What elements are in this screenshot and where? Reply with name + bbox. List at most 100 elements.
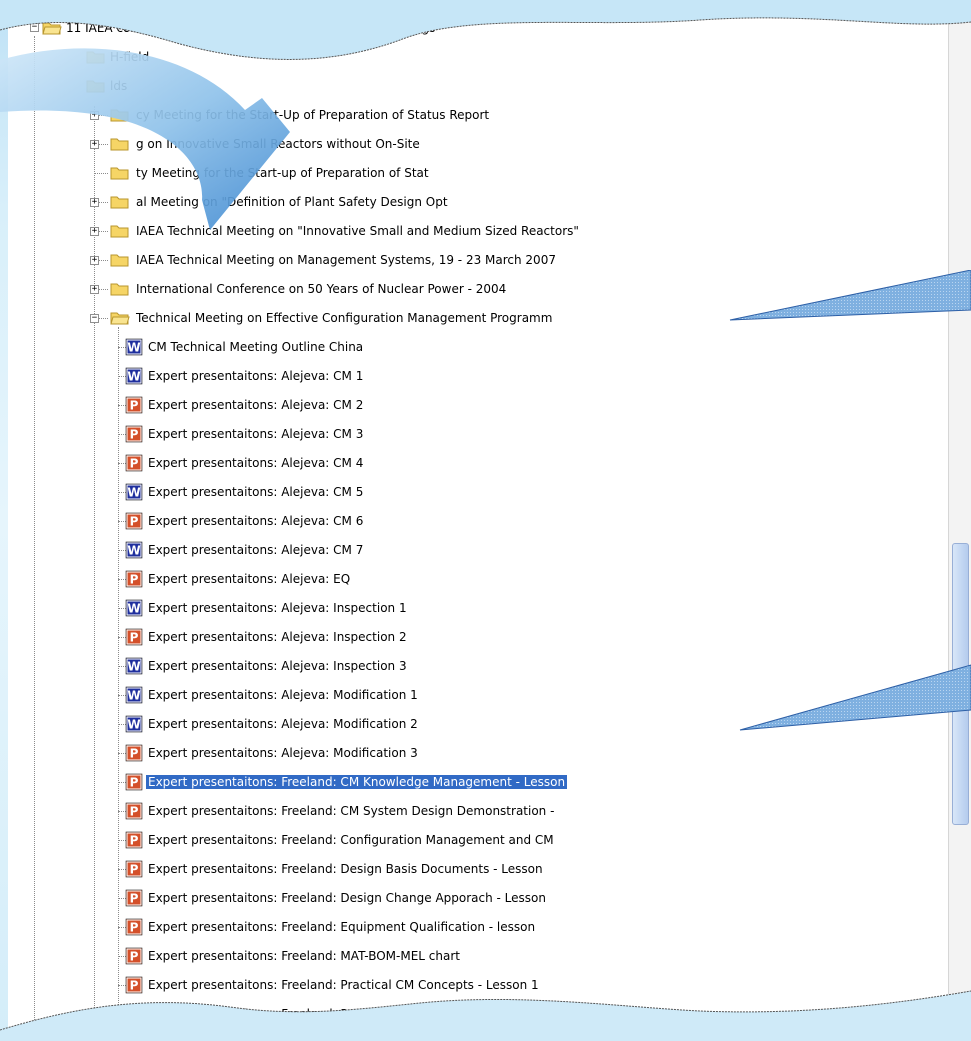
- svg-text:W: W: [127, 370, 140, 384]
- tree-row-document[interactable]: Expert presentaitons: Alejeva: Modificat…: [146, 713, 420, 735]
- expand-toggle[interactable]: +: [90, 256, 99, 265]
- tree-row-folder[interactable]: lds: [108, 75, 129, 97]
- tree-row-folder[interactable]: International Conference on 50 Years of …: [134, 278, 508, 300]
- tree-row-label: IAEA Technical Meeting on Management Sys…: [136, 253, 556, 267]
- svg-text:P: P: [130, 834, 139, 848]
- tree-guide-line: [94, 106, 95, 1036]
- tree-row-document[interactable]: Expert presentaitons: Alejeva: Modificat…: [146, 684, 420, 706]
- svg-text:W: W: [127, 689, 140, 703]
- powerpoint-document-icon: P: [125, 1034, 143, 1041]
- tree-row-folder[interactable]: IAEA Technical Meeting on "Innovative Sm…: [134, 220, 581, 242]
- svg-text:P: P: [130, 1008, 139, 1022]
- tree-row-document[interactable]: Expert presentaitons: Freeland: Practica…: [146, 974, 541, 996]
- tree-row-label-tail: ahi: [507, 1007, 526, 1021]
- powerpoint-document-icon: P: [125, 628, 143, 646]
- powerpoint-document-icon: P: [125, 918, 143, 936]
- tree-row-document[interactable]: Expert presentaitons: Freeland: Design B…: [146, 858, 545, 880]
- tree-row-document[interactable]: Expert presentaitons: Freeland: CM Knowl…: [146, 771, 568, 793]
- tree-row-label: Expert presentaitons: Freeland: Proposed…: [148, 1007, 434, 1021]
- tree-row-folder[interactable]: cy Meeting for the Start-Up of Preparati…: [134, 104, 491, 126]
- vertical-scrollbar[interactable]: [948, 6, 971, 1036]
- tree-guide-line: [34, 36, 35, 1036]
- tree-row-document[interactable]: Expert presentaitons: Alejeva: EQ: [146, 568, 352, 590]
- tree-row-label: International Conference on 50 Years of …: [136, 282, 507, 296]
- collapse-toggle[interactable]: −: [30, 23, 39, 32]
- expand-toggle[interactable]: +: [90, 111, 99, 120]
- tree-row-label: Expert presentaitons: Alejeva: CM 5: [148, 485, 364, 499]
- svg-text:P: P: [130, 399, 139, 413]
- tree-row-document[interactable]: Expert presentaitons: Freeland: Design C…: [146, 887, 548, 909]
- folder-icon: [110, 165, 130, 181]
- svg-text:P: P: [130, 747, 139, 761]
- tree-row-document[interactable]: Expert presentaitons: Alejeva: CM 7: [146, 539, 365, 561]
- expand-toggle[interactable]: +: [90, 227, 99, 236]
- folder-icon: [110, 252, 130, 268]
- powerpoint-document-icon: P: [125, 831, 143, 849]
- expand-toggle[interactable]: +: [90, 198, 99, 207]
- tree-row-label: Expert presentaitons: Alejeva: CM 3: [148, 427, 364, 441]
- tree-row-document[interactable]: Expert presentaitons: Alejeva: CM 6: [146, 510, 365, 532]
- tree-row-root[interactable]: 11 IAEA conferences, eetings: [64, 17, 437, 39]
- tree-row-label-tail: eetings: [391, 21, 436, 35]
- folder-open-icon: [42, 20, 62, 36]
- svg-text:P: P: [130, 950, 139, 964]
- tree-guide-line: [118, 327, 119, 1027]
- tree-row-document[interactable]: Expert presentaitons: Freeland: Equipmen…: [146, 916, 537, 938]
- scrollbar-thumb[interactable]: [952, 543, 969, 825]
- word-document-icon: W: [125, 338, 143, 356]
- tree-row-label: Expert presentaitons: Alejeva: Modificat…: [148, 688, 418, 702]
- tree-row-folder[interactable]: H-field: [108, 46, 151, 68]
- word-document-icon: W: [125, 367, 143, 385]
- tree-row-document[interactable]: itons: Freeland: Syst: [146, 1032, 272, 1041]
- tree-row-document[interactable]: Expert presentaitons: Alejeva: CM 5: [146, 481, 365, 503]
- tree-row-label: H-field: [110, 50, 150, 64]
- tree-row-folder[interactable]: g on Innovative Small Reactors without O…: [134, 133, 422, 155]
- expand-toggle[interactable]: +: [90, 140, 99, 149]
- tree-row-document[interactable]: Expert presentaitons: Alejeva: Inspectio…: [146, 655, 409, 677]
- tree-row-folder[interactable]: Technical Meeting on Effective Configura…: [134, 307, 554, 329]
- folder-icon: [86, 49, 106, 65]
- folder-icon: [110, 107, 130, 123]
- explorer-panel: − 11 IAEA conferences, eetings H-field lds +…: [8, 6, 971, 1041]
- word-document-icon: W: [125, 483, 143, 501]
- tree-row-document[interactable]: Expert presentaitons: Alejeva: CM 2: [146, 394, 365, 416]
- svg-text:W: W: [127, 341, 140, 355]
- tree-row-document[interactable]: Expert presentaitons: Alejeva: Modificat…: [146, 742, 420, 764]
- folder-icon: [86, 78, 106, 94]
- svg-text:P: P: [130, 805, 139, 819]
- powerpoint-document-icon: P: [125, 860, 143, 878]
- svg-text:W: W: [127, 602, 140, 616]
- powerpoint-document-icon: P: [125, 1005, 143, 1023]
- powerpoint-document-icon: P: [125, 425, 143, 443]
- tree-row-label: Expert presentaitons: Alejeva: Modificat…: [148, 717, 418, 731]
- tree-row-document[interactable]: Expert presentaitons: Alejeva: Inspectio…: [146, 597, 409, 619]
- word-document-icon: W: [125, 657, 143, 675]
- tree-row-folder[interactable]: IAEA Technical Meeting on Management Sys…: [134, 249, 558, 271]
- tree-branch-line: [94, 173, 108, 174]
- svg-text:P: P: [130, 863, 139, 877]
- tree-row-document[interactable]: Expert presentaitons: Alejeva: CM 1: [146, 365, 365, 387]
- tree-row-document[interactable]: Expert presentaitons: Alejeva: CM 3: [146, 423, 365, 445]
- powerpoint-document-icon: P: [125, 802, 143, 820]
- svg-text:P: P: [130, 776, 139, 790]
- powerpoint-document-icon: P: [125, 512, 143, 530]
- folder-icon: [110, 281, 130, 297]
- tree-row-document[interactable]: Expert presentaitons: Freeland: CM Syste…: [146, 800, 556, 822]
- folder-open-icon: [110, 310, 130, 326]
- tree-row-document[interactable]: Expert presentaitons: Alejeva: CM 4: [146, 452, 365, 474]
- tree-row-label: Expert presentaitons: Alejeva: CM 6: [148, 514, 364, 528]
- tree-row-folder[interactable]: al Meeting on "Definition of Plant Safet…: [134, 191, 450, 213]
- expand-toggle[interactable]: +: [90, 285, 99, 294]
- collapse-toggle[interactable]: −: [90, 314, 99, 323]
- tree-row-document[interactable]: Expert presentaitons: Freeland: MAT-BOM-…: [146, 945, 462, 967]
- tree-row-label: IAEA Technical Meeting on "Innovative Sm…: [136, 224, 579, 238]
- tree-row-document[interactable]: Expert presentaitons: Freeland: Proposed…: [146, 1003, 528, 1025]
- tree-row-label: Expert presentaitons: Freeland: CM Syste…: [148, 804, 555, 818]
- tree-row-document[interactable]: CM Technical Meeting Outline China: [146, 336, 365, 358]
- tree-row-label: ty Meeting for the Start-up of Preparati…: [136, 166, 429, 180]
- scrollbar-grip-icon: [958, 674, 964, 685]
- tree-row-document[interactable]: Expert presentaitons: Alejeva: Inspectio…: [146, 626, 409, 648]
- tree-row-folder[interactable]: ty Meeting for the Start-up of Preparati…: [134, 162, 431, 184]
- tree-row-label: Expert presentaitons: Freeland: Practica…: [148, 978, 539, 992]
- tree-row-document[interactable]: Expert presentaitons: Freeland: Configur…: [146, 829, 556, 851]
